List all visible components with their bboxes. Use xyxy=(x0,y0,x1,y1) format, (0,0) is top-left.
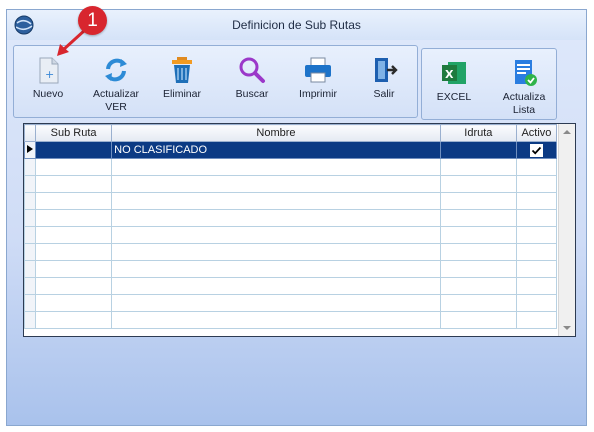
actualiza-lista-button[interactable]: Actualiza Lista xyxy=(494,53,554,117)
checkmark-icon xyxy=(531,146,542,154)
scroll-up-arrow-icon[interactable] xyxy=(559,124,575,140)
table-row[interactable] xyxy=(23,260,558,278)
new-document-icon: + xyxy=(39,57,59,84)
table-row[interactable] xyxy=(23,294,558,312)
excel-icon: X xyxy=(442,62,466,84)
cell-nombre[interactable]: NO CLASIFICADO xyxy=(111,141,441,159)
salir-label: Salir xyxy=(373,88,395,100)
current-row-indicator xyxy=(23,141,37,159)
cell-activo[interactable] xyxy=(515,141,558,159)
buscar-label: Buscar xyxy=(235,88,269,100)
sub-rutas-window: Definicion de Sub Rutas + Nuevo Actualiz… xyxy=(6,9,587,426)
grid-table: Sub Ruta Nombre Idruta Activo NO CLASIFI… xyxy=(23,124,558,329)
cell-idruta[interactable] xyxy=(439,141,517,159)
excel-label: EXCEL xyxy=(436,91,472,103)
sub-rutas-grid[interactable]: Sub Ruta Nombre Idruta Activo NO CLASIFI… xyxy=(23,123,576,337)
column-header-nombre[interactable]: Nombre xyxy=(111,124,441,142)
actualizar-label: Actualizar xyxy=(92,88,140,100)
cell-sub-ruta[interactable] xyxy=(35,141,113,159)
export-toolbar: X EXCEL Actualiza Lista xyxy=(421,48,557,120)
table-row[interactable] xyxy=(23,243,558,261)
excel-button[interactable]: X EXCEL xyxy=(424,53,484,117)
svg-text:+: + xyxy=(45,68,54,81)
printer-icon xyxy=(305,57,331,83)
nuevo-label: Nuevo xyxy=(32,88,64,100)
exit-door-icon xyxy=(375,58,398,82)
table-row[interactable]: NO CLASIFICADO xyxy=(23,141,558,159)
eliminar-label: Eliminar xyxy=(163,88,201,100)
vertical-scrollbar[interactable] xyxy=(558,124,575,336)
step-number-badge: 1 xyxy=(78,6,107,35)
table-row[interactable] xyxy=(23,209,558,227)
buscar-button[interactable]: Buscar xyxy=(222,50,282,114)
table-row[interactable] xyxy=(23,158,558,176)
main-toolbar: + Nuevo Actualizar VER Eliminar Buscar I… xyxy=(13,45,418,118)
nuevo-button[interactable]: + Nuevo xyxy=(18,50,78,114)
refresh-icon xyxy=(105,58,127,82)
activo-checkbox[interactable] xyxy=(529,143,543,157)
magnifier-icon xyxy=(239,57,265,83)
column-header-idruta[interactable]: Idruta xyxy=(439,124,517,142)
ver-label: VER xyxy=(105,101,127,113)
table-row[interactable] xyxy=(23,226,558,244)
trash-icon xyxy=(172,57,192,83)
lista-label: Lista xyxy=(512,104,536,116)
imprimir-label: Imprimir xyxy=(299,88,337,100)
actualizar-ver-button[interactable]: Actualizar VER xyxy=(86,50,146,114)
column-header-activo[interactable]: Activo xyxy=(515,124,558,142)
table-row[interactable] xyxy=(23,311,558,329)
imprimir-button[interactable]: Imprimir xyxy=(288,50,348,114)
row-indicator-header xyxy=(23,124,37,142)
eliminar-button[interactable]: Eliminar xyxy=(152,50,212,114)
row-pointer-icon xyxy=(27,145,33,153)
actualiza-label: Actualiza xyxy=(502,91,546,103)
scroll-down-arrow-icon[interactable] xyxy=(559,320,575,336)
table-row[interactable] xyxy=(23,277,558,295)
column-header-sub-ruta[interactable]: Sub Ruta xyxy=(35,124,113,142)
salir-button[interactable]: Salir xyxy=(354,50,414,114)
table-row[interactable] xyxy=(23,192,558,210)
update-list-icon xyxy=(515,60,537,86)
table-row[interactable] xyxy=(23,175,558,193)
svg-text:X: X xyxy=(445,68,454,81)
